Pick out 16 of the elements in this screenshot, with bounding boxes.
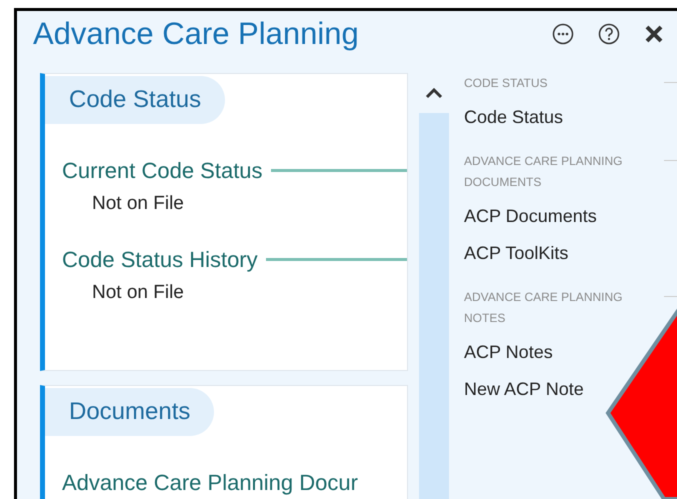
nav-link[interactable]: ACP Documents bbox=[464, 202, 597, 230]
field-label: Advance Care Planning Docur bbox=[62, 468, 358, 497]
nav-section-heading: CODE STATUS bbox=[464, 74, 549, 92]
field-label: Current Code Status bbox=[62, 156, 263, 184]
card-header: Documents bbox=[45, 388, 214, 436]
nav-link[interactable]: ACP ToolKits bbox=[464, 240, 568, 266]
nav-link[interactable]: New ACP Note bbox=[464, 376, 584, 402]
card-header: Code Status bbox=[45, 76, 226, 124]
nav-section-heading: ADVANCE CARE PLANNING DOCUMENTS bbox=[464, 152, 624, 190]
nav-link[interactable]: ACP Notes bbox=[464, 338, 553, 366]
nav-section-heading: ADVANCE CARE PLANNING NOTES bbox=[464, 288, 624, 326]
field-label: Code Status History bbox=[62, 246, 258, 274]
field-value: Not on File bbox=[91, 192, 185, 216]
window-title: Advance Care Planning bbox=[33, 15, 359, 53]
field-value: Not on File bbox=[91, 281, 185, 305]
nav-link[interactable]: Code Status bbox=[464, 104, 564, 130]
